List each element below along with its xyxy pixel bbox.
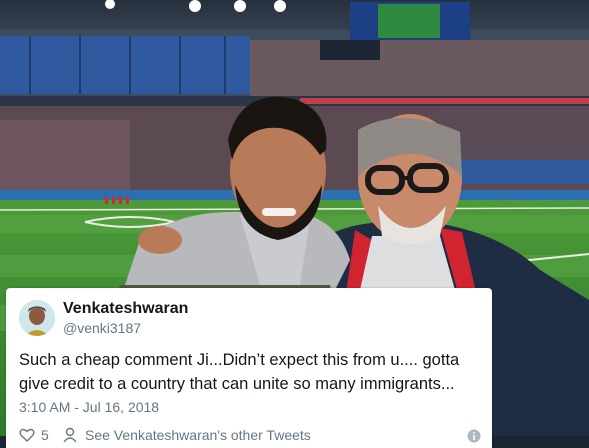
- tweet-actions: 5 See Venkateshwaran's other Tweets: [19, 426, 481, 446]
- person-icon: [63, 427, 77, 446]
- other-tweets-link[interactable]: See Venkateshwaran's other Tweets: [85, 427, 311, 443]
- like-icon[interactable]: [19, 428, 35, 445]
- tweet-card[interactable]: Venkateshwaran @venki3187 Such a cheap c…: [6, 288, 492, 448]
- tweet-text: Such a cheap comment Ji...Didn’t expect …: [19, 351, 460, 393]
- avatar-image: [19, 300, 55, 336]
- display-name[interactable]: Venkateshwaran: [63, 300, 188, 318]
- user-handle[interactable]: @venki3187: [63, 320, 141, 336]
- tweet-timestamp[interactable]: 3:10 AM - Jul 16, 2018: [19, 399, 159, 415]
- like-count: 5: [41, 427, 49, 443]
- info-icon[interactable]: [467, 429, 481, 446]
- profile-avatar[interactable]: [19, 300, 55, 336]
